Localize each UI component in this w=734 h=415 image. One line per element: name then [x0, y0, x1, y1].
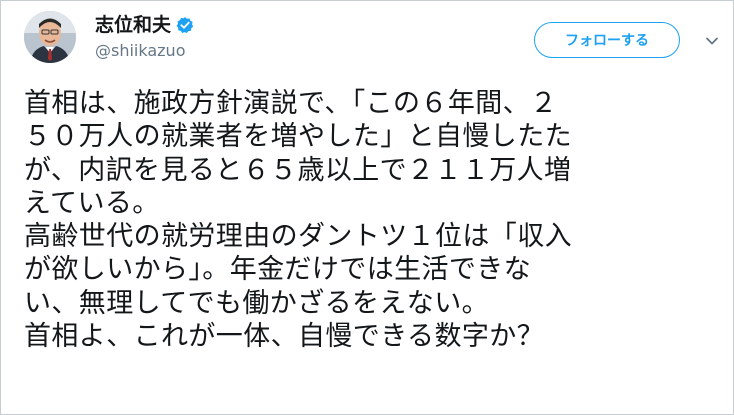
author-handle[interactable]: @shiikazuo	[95, 41, 185, 61]
tweet-text-line: が欲しいから」。年金だけでは生活できな	[24, 254, 532, 286]
chevron-down-icon[interactable]	[705, 33, 719, 47]
tweet-text-line: えている。	[24, 187, 160, 219]
tweet-text: 首相は、施政方針演説で、「この６年間、２ ５０万人の就業者を増やした」と自慢した…	[24, 87, 714, 353]
tweet-text-line: 首相は、施政方針演説で、「この６年間、２	[24, 88, 558, 119]
follow-button[interactable]: フォローする	[534, 22, 680, 58]
tweet-text-line: 首相よ、これが一体、自慢できる数字か？	[24, 321, 545, 353]
tweet-card: 志位和夫 @shiikazuo フォローする 首相は、施政方針演説で、「この６年…	[0, 0, 734, 415]
tweet-text-line: が、内訳を見ると６５歳以上で２１１万人増	[24, 154, 572, 186]
avatar-portrait	[24, 11, 76, 63]
verified-badge-icon	[176, 16, 194, 34]
tweet-text-line: い、無理してでも働かざるをえない。	[24, 287, 489, 319]
tweet-text-line: ５０万人の就業者を増やした」と自慢したた	[24, 121, 572, 153]
author-name-row[interactable]: 志位和夫	[95, 13, 194, 37]
avatar[interactable]	[24, 11, 76, 63]
tweet-text-line: 高齢世代の就労理由のダントツ１位は「収入	[24, 221, 572, 253]
author-display-name[interactable]: 志位和夫	[95, 13, 171, 37]
